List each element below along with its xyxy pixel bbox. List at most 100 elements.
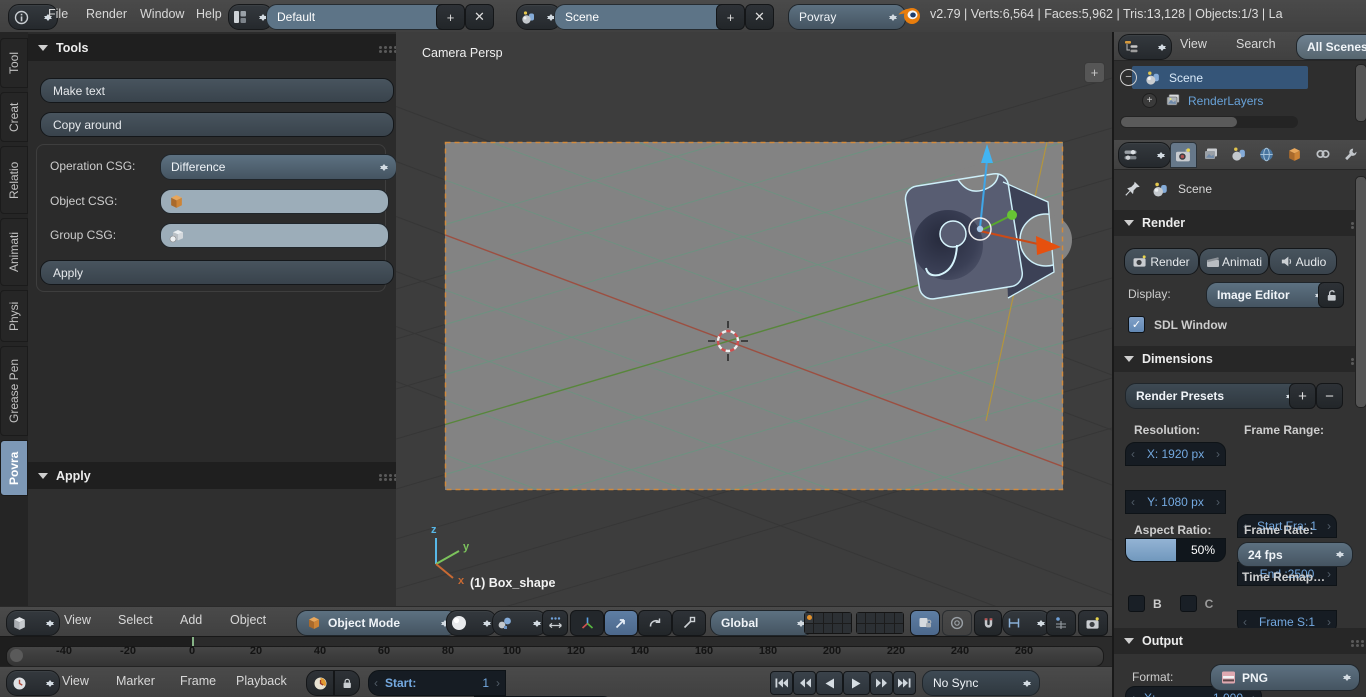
proportional-edit-button[interactable] — [942, 610, 972, 636]
prev-keyframe-button[interactable] — [793, 671, 816, 695]
screen-layout-name[interactable]: Default — [266, 4, 446, 30]
outliner-menu-search[interactable]: Search — [1232, 37, 1280, 51]
panel-grip-icon[interactable] — [379, 46, 382, 49]
tab-modifiers[interactable] — [1338, 142, 1363, 166]
rotate-manipulator-button[interactable] — [638, 610, 672, 636]
close-scene-button[interactable]: ✕ — [745, 4, 774, 30]
tab-object-properties[interactable] — [1282, 142, 1307, 166]
next-keyframe-button[interactable] — [870, 671, 893, 695]
tab-render-properties[interactable] — [1170, 142, 1197, 168]
transform-orientation-dropdown[interactable]: Global — [710, 610, 814, 636]
view3d-menu-view[interactable]: View — [60, 613, 95, 627]
view3d-menu-object[interactable]: Object — [226, 613, 270, 627]
frame-rate-dropdown[interactable]: 24 fps — [1237, 542, 1353, 567]
border-checkbox[interactable] — [1128, 595, 1145, 612]
timeline-editor-selector[interactable] — [6, 670, 60, 696]
tab-physics[interactable]: Physi — [0, 290, 28, 342]
apply-csg-button[interactable]: Apply — [40, 260, 394, 285]
properties-vscrollbar[interactable] — [1355, 176, 1366, 408]
layers-widget-a[interactable] — [804, 612, 852, 634]
scale-manipulator-button[interactable] — [672, 610, 706, 636]
render-presets-dropdown[interactable]: Render Presets — [1125, 383, 1303, 409]
tab-animation[interactable]: Animati — [0, 218, 28, 286]
render-panel-header[interactable]: Render — [1114, 210, 1366, 236]
render-animation-button[interactable]: Animati — [1199, 248, 1269, 275]
mode-dropdown[interactable]: Object Mode — [296, 610, 458, 636]
view3d-menu-select[interactable]: Select — [114, 613, 157, 627]
manipulate-centers-button[interactable] — [1046, 610, 1076, 636]
tab-relations[interactable]: Relatio — [0, 146, 28, 214]
panel-grip-icon[interactable] — [379, 474, 382, 477]
tab-world-properties[interactable] — [1254, 142, 1279, 166]
timeline-menu-marker[interactable]: Marker — [112, 674, 159, 688]
menu-help[interactable]: Help — [192, 7, 226, 21]
make-text-button[interactable]: Make text — [40, 78, 394, 103]
resolution-y-field[interactable]: Y: 1080 px — [1125, 490, 1226, 514]
opengl-render-button[interactable] — [1078, 610, 1108, 636]
jump-to-start-button[interactable] — [770, 671, 793, 695]
expand-circle-icon[interactable]: + — [1142, 93, 1157, 108]
start-frame-field[interactable]: Start:1 — [368, 670, 506, 696]
pin-icon[interactable] — [1124, 180, 1142, 198]
layers-widget-b[interactable] — [856, 612, 904, 634]
tab-constraints[interactable] — [1310, 142, 1335, 166]
lock-frame-button[interactable] — [334, 670, 360, 696]
add-scene-button[interactable]: + — [716, 4, 745, 30]
format-dropdown[interactable]: PNG — [1210, 664, 1360, 691]
jump-to-end-button[interactable] — [893, 671, 916, 695]
display-dropdown[interactable]: Image Editor — [1206, 282, 1332, 308]
snap-toggle-button[interactable] — [974, 610, 1002, 636]
breadcrumb-label[interactable]: Scene — [1178, 182, 1212, 196]
play-reverse-button[interactable] — [816, 671, 843, 695]
play-button[interactable] — [843, 671, 870, 695]
outliner-row-scene[interactable]: − Scene — [1120, 66, 1203, 89]
scroller-left-cap[interactable] — [10, 649, 23, 662]
remove-preset-button[interactable]: − — [1316, 383, 1343, 409]
panel-grip-icon[interactable] — [1351, 358, 1354, 361]
tab-render-layers[interactable] — [1198, 142, 1223, 166]
view3d-menu-add[interactable]: Add — [176, 613, 206, 627]
properties-editor-selector[interactable] — [1118, 142, 1171, 168]
add-preset-button[interactable]: + — [1289, 383, 1316, 409]
crop-checkbox[interactable] — [1180, 595, 1197, 612]
operation-csg-dropdown[interactable]: Difference — [160, 154, 397, 180]
outliner-hscrollbar-thumb[interactable] — [1121, 117, 1237, 127]
timeline-ruler[interactable]: -40 -20 0 20 40 60 80 100 120 140 160 18… — [0, 636, 1112, 667]
outliner-menu-view[interactable]: View — [1176, 37, 1211, 51]
viewport-canvas[interactable]: z y x — [396, 32, 1112, 606]
view3d-editor-selector[interactable] — [6, 610, 60, 636]
outliner-editor-selector[interactable] — [1118, 34, 1172, 60]
timeline-menu-playback[interactable]: Playback — [232, 674, 291, 688]
tools-panel-header[interactable]: Tools — [28, 34, 396, 61]
render-engine-selector[interactable]: Povray — [788, 4, 906, 30]
scene-name[interactable]: Scene — [554, 4, 726, 30]
manipulator-axes-button[interactable] — [570, 610, 604, 636]
sync-dropdown[interactable]: No Sync — [922, 670, 1040, 696]
outliner-hscrollbar[interactable] — [1120, 116, 1298, 128]
viewport[interactable]: z y x Camera Persp (1) Box_shape + — [396, 32, 1112, 606]
output-panel-header[interactable]: Output — [1114, 628, 1366, 654]
render-audio-button[interactable]: Audio — [1269, 248, 1337, 275]
close-layout-button[interactable]: ✕ — [465, 4, 494, 30]
snap-element-dropdown[interactable] — [1002, 610, 1051, 636]
manipulator-toggle[interactable] — [542, 610, 568, 636]
lock-to-scene-button[interactable] — [910, 610, 940, 636]
copy-around-button[interactable]: Copy around — [40, 112, 394, 137]
render-button[interactable]: Render — [1124, 248, 1199, 275]
tab-scene-properties[interactable] — [1226, 142, 1251, 166]
outliner-filter-dropdown[interactable]: All Scenes — [1296, 34, 1366, 60]
resolution-percentage-slider[interactable]: 50% — [1125, 538, 1226, 562]
menu-render[interactable]: Render — [82, 7, 131, 21]
panel-grip-icon[interactable] — [1351, 640, 1354, 643]
menu-file[interactable]: File — [44, 7, 72, 21]
tab-tools[interactable]: Tool — [0, 38, 28, 88]
sdl-window-row[interactable]: ✓ SDL Window — [1128, 316, 1227, 333]
tab-grease-pencil[interactable]: Grease Pen — [0, 346, 28, 436]
collapse-circle-icon[interactable]: − — [1120, 69, 1137, 86]
pivot-point-dropdown[interactable] — [492, 610, 547, 636]
display-lock-button[interactable] — [1318, 282, 1344, 308]
group-csg-field[interactable] — [160, 223, 389, 248]
outliner-vscrollbar[interactable] — [1355, 64, 1366, 122]
sdl-checkbox[interactable]: ✓ — [1128, 316, 1145, 333]
dimensions-panel-header[interactable]: Dimensions — [1114, 346, 1366, 372]
